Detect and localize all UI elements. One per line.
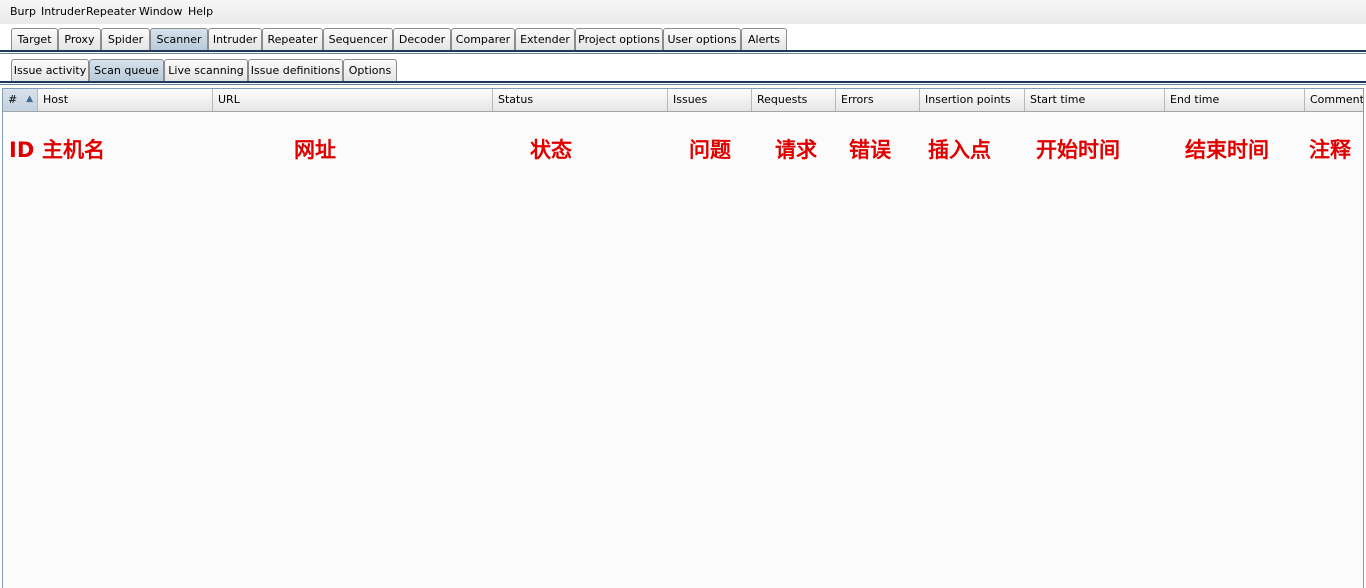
- col-header-url[interactable]: URL: [213, 89, 493, 111]
- tab-intruder[interactable]: Intruder: [208, 28, 262, 50]
- tab-target[interactable]: Target: [11, 28, 58, 50]
- menu-burp[interactable]: Burp: [10, 5, 36, 18]
- menu-window[interactable]: Window: [139, 5, 182, 18]
- tab-issue-activity[interactable]: Issue activity: [11, 59, 89, 81]
- annotation-id: ID: [9, 138, 35, 162]
- col-header-start-time[interactable]: Start time: [1025, 89, 1165, 111]
- tab-alerts[interactable]: Alerts: [741, 28, 787, 50]
- tab-sequencer[interactable]: Sequencer: [323, 28, 393, 50]
- col-header-comment[interactable]: Comment: [1305, 89, 1363, 111]
- main-tab-divider-2: [0, 53, 1366, 54]
- col-header-issues[interactable]: Issues: [668, 89, 752, 111]
- annotation-status: 状态: [530, 138, 572, 162]
- sort-ascending-icon: ▲: [26, 94, 33, 104]
- menu-intruder[interactable]: Intruder: [41, 5, 85, 18]
- col-header-host[interactable]: Host: [38, 89, 213, 111]
- table-header: # ▲ Host URL Status Issues Requests Erro…: [3, 89, 1363, 112]
- menu-repeater[interactable]: Repeater: [86, 5, 136, 18]
- tab-issue-definitions[interactable]: Issue definitions: [248, 59, 343, 81]
- col-header-id-label: #: [8, 93, 18, 106]
- tab-options[interactable]: Options: [343, 59, 397, 81]
- annotation-url: 网址: [294, 138, 336, 162]
- tab-decoder[interactable]: Decoder: [393, 28, 451, 50]
- tab-project-options[interactable]: Project options: [575, 28, 663, 50]
- annotation-issues: 问题: [689, 138, 731, 162]
- tab-spider[interactable]: Spider: [101, 28, 150, 50]
- col-header-status[interactable]: Status: [493, 89, 668, 111]
- tab-repeater[interactable]: Repeater: [262, 28, 323, 50]
- tab-proxy[interactable]: Proxy: [58, 28, 101, 50]
- tab-scan-queue[interactable]: Scan queue: [89, 59, 164, 81]
- tab-extender[interactable]: Extender: [515, 28, 575, 50]
- annotation-requests: 请求: [775, 138, 817, 162]
- col-header-id[interactable]: # ▲: [3, 89, 38, 111]
- main-tab-bar: Target Proxy Spider Scanner Intruder Rep…: [0, 28, 1366, 50]
- col-header-requests[interactable]: Requests: [752, 89, 836, 111]
- sub-tab-divider-2: [0, 84, 1366, 85]
- col-header-errors[interactable]: Errors: [836, 89, 920, 111]
- annotation-errors: 错误: [849, 138, 891, 162]
- scan-queue-table[interactable]: # ▲ Host URL Status Issues Requests Erro…: [2, 88, 1364, 588]
- menu-bar: Burp Intruder Repeater Window Help: [0, 0, 1366, 24]
- tab-live-scanning[interactable]: Live scanning: [164, 59, 248, 81]
- sub-tab-bar: Issue activity Scan queue Live scanning …: [0, 59, 1366, 81]
- menu-help[interactable]: Help: [188, 5, 213, 18]
- annotation-end-time: 结束时间: [1185, 138, 1269, 162]
- annotation-insertion-points: 插入点: [928, 138, 991, 162]
- col-header-end-time[interactable]: End time: [1165, 89, 1305, 111]
- annotation-comment: 注释: [1309, 138, 1351, 162]
- col-header-insertion-points[interactable]: Insertion points: [920, 89, 1025, 111]
- tab-scanner[interactable]: Scanner: [150, 28, 208, 50]
- annotation-start-time: 开始时间: [1036, 138, 1120, 162]
- sub-tab-divider: [0, 81, 1366, 83]
- tab-user-options[interactable]: User options: [663, 28, 741, 50]
- main-tab-divider: [0, 50, 1366, 52]
- tab-comparer[interactable]: Comparer: [451, 28, 515, 50]
- annotation-host: 主机名: [42, 138, 105, 162]
